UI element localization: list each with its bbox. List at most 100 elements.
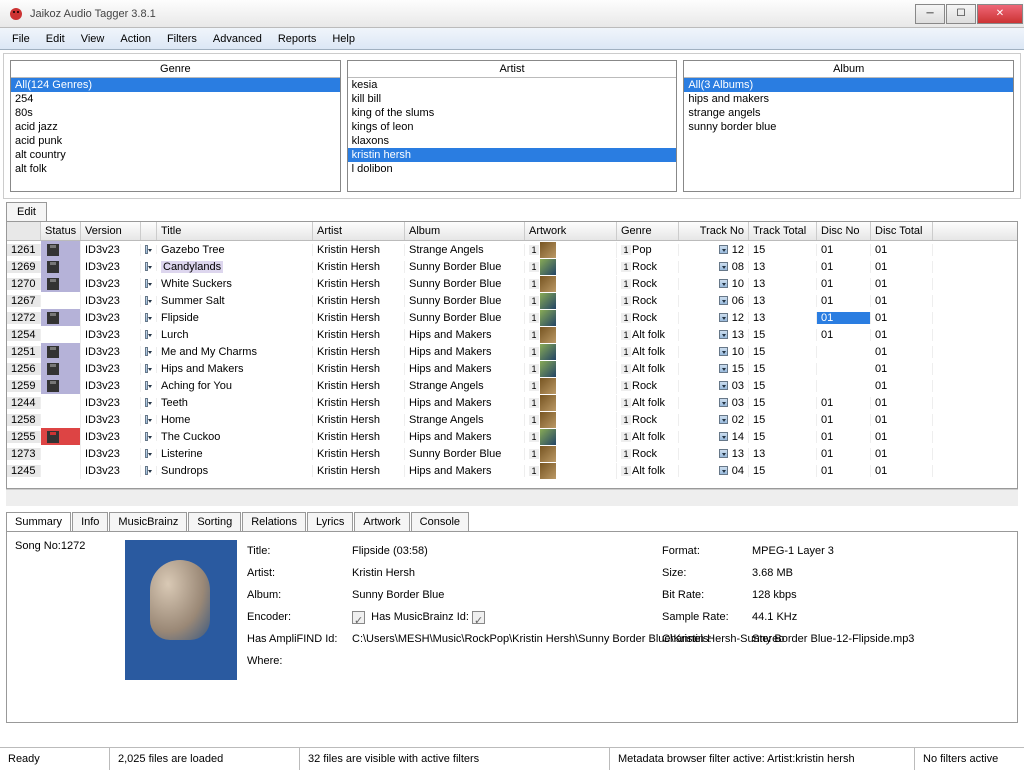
- status-bar: Ready 2,025 files are loaded 32 files ar…: [0, 747, 1024, 769]
- artist-filter: Artist kesiakill billking of the slumski…: [347, 60, 678, 192]
- menu-advanced[interactable]: Advanced: [205, 30, 270, 48]
- filter-item[interactable]: kristin hersh: [348, 148, 677, 162]
- table-row[interactable]: 1258ID3v23HomeKristin HershStrange Angel…: [7, 411, 1017, 428]
- lbl-channels: Channels:: [662, 628, 752, 650]
- lbl-bitrate: Bit Rate:: [662, 584, 752, 606]
- filter-item[interactable]: All(3 Albums): [684, 78, 1013, 92]
- status-visible: 32 files are visible with active filters: [300, 748, 610, 770]
- status-ready: Ready: [0, 748, 110, 770]
- table-row[interactable]: 1251ID3v23Me and My CharmsKristin HershH…: [7, 343, 1017, 360]
- lbl-artist: Artist:: [247, 562, 352, 584]
- lbl-where: Where:: [247, 650, 352, 672]
- genre-filter-title: Genre: [11, 61, 340, 78]
- filter-item[interactable]: l dolibon: [348, 162, 677, 176]
- col-artist[interactable]: Artist: [313, 222, 405, 240]
- col-album[interactable]: Album: [405, 222, 525, 240]
- dtab-artwork[interactable]: Artwork: [354, 512, 409, 531]
- table-row[interactable]: 1270ID3v23White SuckersKristin HershSunn…: [7, 275, 1017, 292]
- menu-edit[interactable]: Edit: [38, 30, 73, 48]
- check-icon: [472, 611, 485, 624]
- menu-action[interactable]: Action: [112, 30, 159, 48]
- dtab-relations[interactable]: Relations: [242, 512, 306, 531]
- filter-item[interactable]: king of the slums: [348, 106, 677, 120]
- filter-item[interactable]: All(124 Genres): [11, 78, 340, 92]
- filter-item[interactable]: acid jazz: [11, 120, 340, 134]
- album-filter-title: Album: [684, 61, 1013, 78]
- filter-panel: Genre All(124 Genres)25480sacid jazzacid…: [3, 53, 1021, 199]
- val-hasamp: Has MusicBrainz Id:: [352, 606, 662, 628]
- song-number: Song No:1272: [15, 540, 125, 714]
- menu-filters[interactable]: Filters: [159, 30, 205, 48]
- filter-item[interactable]: alt folk: [11, 162, 340, 176]
- table-row[interactable]: 1261ID3v23Gazebo TreeKristin HershStrang…: [7, 241, 1017, 258]
- val-samplerate: 44.1 KHz: [752, 606, 834, 628]
- table-row[interactable]: 1267ID3v23Summer SaltKristin HershSunny …: [7, 292, 1017, 309]
- menu-view[interactable]: View: [73, 30, 113, 48]
- col-artwork[interactable]: Artwork: [525, 222, 617, 240]
- status-filter: Metadata browser filter active: Artist:k…: [610, 748, 915, 770]
- filter-item[interactable]: sunny border blue: [684, 120, 1013, 134]
- grid-body[interactable]: 1261ID3v23Gazebo TreeKristin HershStrang…: [7, 241, 1017, 488]
- genre-list[interactable]: All(124 Genres)25480sacid jazzacid punka…: [11, 78, 340, 191]
- cover-art: [125, 540, 237, 680]
- lbl-size: Size:: [662, 562, 752, 584]
- dtab-console[interactable]: Console: [411, 512, 469, 531]
- dtab-lyrics[interactable]: Lyrics: [307, 512, 353, 531]
- dtab-sorting[interactable]: Sorting: [188, 512, 241, 531]
- col-title[interactable]: Title: [157, 222, 313, 240]
- table-row[interactable]: 1256ID3v23Hips and MakersKristin HershHi…: [7, 360, 1017, 377]
- artist-list[interactable]: kesiakill billking of the slumskings of …: [348, 78, 677, 191]
- filter-item[interactable]: 80s: [11, 106, 340, 120]
- dtab-info[interactable]: Info: [72, 512, 108, 531]
- table-row[interactable]: 1254ID3v23LurchKristin HershHips and Mak…: [7, 326, 1017, 343]
- col-status[interactable]: Status: [41, 222, 81, 240]
- lbl-title: Title:: [247, 540, 352, 562]
- col-trackno[interactable]: Track No: [679, 222, 749, 240]
- filter-item[interactable]: kings of leon: [348, 120, 677, 134]
- title-bar: Jaikoz Audio Tagger 3.8.1 ─ ☐ ✕: [0, 0, 1024, 28]
- minimize-button[interactable]: ─: [915, 4, 945, 24]
- col-discno[interactable]: Disc No: [817, 222, 871, 240]
- col-version[interactable]: Version: [81, 222, 141, 240]
- menu-help[interactable]: Help: [324, 30, 363, 48]
- col-rowid[interactable]: [7, 222, 41, 240]
- filter-item[interactable]: hips and makers: [684, 92, 1013, 106]
- tab-edit[interactable]: Edit: [6, 202, 47, 221]
- val-bitrate: 128 kbps: [752, 584, 834, 606]
- val-title: Flipside (03:58): [352, 540, 662, 562]
- genre-filter: Genre All(124 Genres)25480sacid jazzacid…: [10, 60, 341, 192]
- table-row[interactable]: 1272ID3v23FlipsideKristin HershSunny Bor…: [7, 309, 1017, 326]
- col-genre[interactable]: Genre: [617, 222, 679, 240]
- table-row[interactable]: 1259ID3v23Aching for YouKristin HershStr…: [7, 377, 1017, 394]
- filter-item[interactable]: kesia: [348, 78, 677, 92]
- lbl-format: Format:: [662, 540, 752, 562]
- lbl-hasamp: Has AmpliFIND Id:: [247, 628, 352, 650]
- table-row[interactable]: 1269ID3v23CandylandsKristin HershSunny B…: [7, 258, 1017, 275]
- filter-item[interactable]: alt country: [11, 148, 340, 162]
- table-row[interactable]: 1244ID3v23TeethKristin HershHips and Mak…: [7, 394, 1017, 411]
- close-button[interactable]: ✕: [977, 4, 1023, 24]
- maximize-button[interactable]: ☐: [946, 4, 976, 24]
- dtab-musicbrainz[interactable]: MusicBrainz: [109, 512, 187, 531]
- table-row[interactable]: 1245ID3v23SundropsKristin HershHips and …: [7, 462, 1017, 479]
- detail-panel: Song No:1272 Title: Artist: Album: Encod…: [6, 531, 1018, 723]
- horizontal-scrollbar[interactable]: [6, 489, 1018, 506]
- menu-reports[interactable]: Reports: [270, 30, 325, 48]
- menu-file[interactable]: File: [4, 30, 38, 48]
- check-icon: [352, 611, 365, 624]
- col-disctotal[interactable]: Disc Total: [871, 222, 933, 240]
- filter-item[interactable]: kill bill: [348, 92, 677, 106]
- col-tracktotal[interactable]: Track Total: [749, 222, 817, 240]
- col-dropdown[interactable]: [141, 222, 157, 240]
- album-list[interactable]: All(3 Albums)hips and makersstrange ange…: [684, 78, 1013, 191]
- filter-item[interactable]: 254: [11, 92, 340, 106]
- filter-item[interactable]: klaxons: [348, 134, 677, 148]
- lbl-encoder: Encoder:: [247, 606, 352, 628]
- window-title: Jaikoz Audio Tagger 3.8.1: [30, 8, 915, 20]
- status-loaded: 2,025 files are loaded: [110, 748, 300, 770]
- table-row[interactable]: 1273ID3v23ListerineKristin HershSunny Bo…: [7, 445, 1017, 462]
- table-row[interactable]: 1255ID3v23The CuckooKristin HershHips an…: [7, 428, 1017, 445]
- filter-item[interactable]: strange angels: [684, 106, 1013, 120]
- filter-item[interactable]: acid punk: [11, 134, 340, 148]
- dtab-summary[interactable]: Summary: [6, 512, 71, 531]
